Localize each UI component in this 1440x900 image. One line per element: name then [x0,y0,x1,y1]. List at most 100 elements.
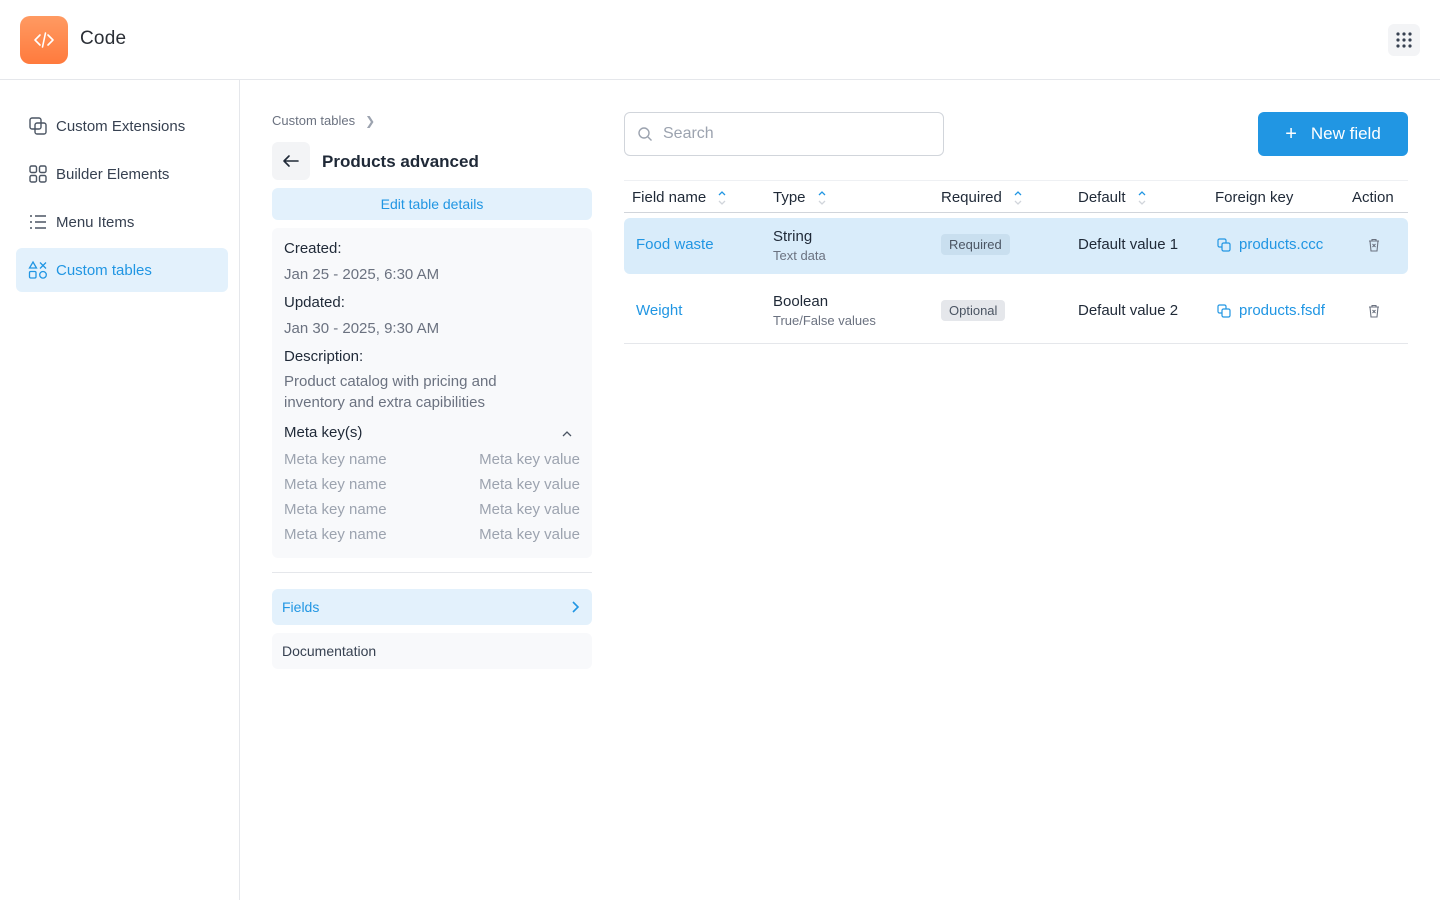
created-label: Created: [284,240,342,257]
updated-label: Updated: [284,294,345,311]
table-info-card: Created: Jan 25 - 2025, 6:30 AM Updated:… [272,228,592,558]
back-button[interactable] [272,142,310,180]
meta-key-value: Meta key value [479,451,580,468]
tab-label: Documentation [282,643,377,659]
edit-table-details-button[interactable]: Edit table details [272,188,592,220]
sidebar-item-label: Builder Elements [56,165,170,183]
breadcrumb-link-custom-tables[interactable]: Custom tables [272,113,355,128]
meta-key-name: Meta key name [284,526,387,543]
meta-keys-toggle[interactable]: Meta key(s) [284,424,580,441]
search-icon [638,127,652,141]
meta-key-value: Meta key value [479,501,580,518]
tab-fields[interactable]: Fields [272,589,592,625]
foreign-key-label: products.fsdf [1239,302,1325,319]
header-label: Action [1352,189,1394,206]
page-title: Products advanced [322,152,479,171]
app-logo[interactable] [20,16,68,64]
fields-table: Field name Type Required Default Foreign… [624,180,1408,344]
list-icon [28,212,48,232]
meta-keys-label: Meta key(s) [284,424,363,441]
meta-key-name: Meta key name [284,476,387,493]
required-badge: Required [941,234,1010,255]
header-label: Type [773,189,806,206]
column-header-field-name[interactable]: Field name [632,189,726,206]
trash-icon[interactable] [1366,303,1382,319]
type-description: True/False values [773,313,876,328]
copy-icon [1217,237,1231,252]
divider [272,572,592,573]
optional-badge: Optional [941,300,1006,321]
type-cell: String Text data [773,228,826,263]
sidebar-item-label: Menu Items [56,213,135,231]
table-row[interactable]: Food waste String Text data Required Def… [624,218,1408,274]
meta-key-row: Meta key name Meta key value [284,451,580,468]
new-field-label: New field [1310,124,1381,143]
breadcrumb: Custom tables ❯ [272,113,375,128]
created-value: Jan 25 - 2025, 6:30 AM [284,266,440,283]
code-icon [34,32,54,48]
tab-label: Fields [282,599,320,615]
default-value: Default value 1 [1078,236,1179,253]
chevron-right-icon: ❯ [365,113,376,128]
column-header-action: Action [1352,189,1394,206]
description-line: Product catalog with pricing and [284,373,497,390]
chevron-up-icon [562,431,572,437]
sort-icon [1138,190,1145,205]
column-header-foreign-key: Foreign key [1215,189,1293,206]
arrow-left-icon [283,155,299,167]
type-name: Boolean [773,293,829,310]
meta-key-value: Meta key value [479,526,580,543]
shapes-icon [28,260,48,280]
field-name-link[interactable]: Food waste [636,236,714,253]
meta-key-row: Meta key name Meta key value [284,476,580,493]
search-input[interactable] [663,125,923,143]
trash-icon[interactable] [1366,237,1382,253]
meta-key-value: Meta key value [479,476,580,493]
column-header-type[interactable]: Type [773,189,826,206]
search-field[interactable] [624,112,944,156]
sort-icon [718,190,726,205]
foreign-key-link[interactable]: products.fsdf [1217,302,1325,319]
sidebar: Custom Extensions Builder Elements Menu … [0,80,240,900]
description-line: inventory and extra capibilities [284,394,485,411]
sort-icon [818,190,825,205]
header-label: Default [1078,189,1126,206]
header-label: Foreign key [1215,189,1294,206]
sidebar-item-builder-elements[interactable]: Builder Elements [16,152,228,196]
description-label: Description: [284,348,364,365]
meta-key-row: Meta key name Meta key value [284,526,580,543]
column-header-required[interactable]: Required [941,189,1022,206]
top-bar: Code [0,0,1440,80]
sidebar-item-label: Custom Extensions [56,117,186,135]
sidebar-item-custom-tables[interactable]: Custom tables [16,248,228,292]
sidebar-item-custom-extensions[interactable]: Custom Extensions [16,104,228,148]
tab-documentation[interactable]: Documentation [272,633,592,669]
type-description: Text data [773,248,826,263]
sidebar-item-menu-items[interactable]: Menu Items [16,200,228,244]
new-field-button[interactable]: + New field [1258,112,1408,156]
sidebar-item-label: Custom tables [56,261,152,279]
header-label: Field name [632,189,707,206]
meta-key-row: Meta key name Meta key value [284,501,580,518]
header-label: Required [941,189,1002,206]
table-header: Field name Type Required Default Foreign… [624,180,1408,213]
chevron-right-icon [572,601,580,613]
apps-grid-icon [1396,32,1412,48]
meta-key-name: Meta key name [284,451,387,468]
copy-icon [1217,303,1231,318]
foreign-key-link[interactable]: products.ccc [1217,236,1323,253]
table-row[interactable]: Weight Boolean True/False values Optiona… [624,278,1408,344]
field-name-link[interactable]: Weight [636,302,682,319]
plus-icon: + [1285,122,1297,145]
default-value: Default value 2 [1078,302,1179,319]
extensions-icon [28,116,48,136]
type-name: String [773,228,813,245]
grid-icon [28,164,48,184]
sort-icon [1014,190,1022,205]
foreign-key-label: products.ccc [1239,236,1324,253]
meta-key-name: Meta key name [284,501,387,518]
app-name: Code [80,28,127,49]
column-header-default[interactable]: Default [1078,189,1146,206]
apps-menu-button[interactable] [1388,24,1420,56]
updated-value: Jan 30 - 2025, 9:30 AM [284,320,440,337]
